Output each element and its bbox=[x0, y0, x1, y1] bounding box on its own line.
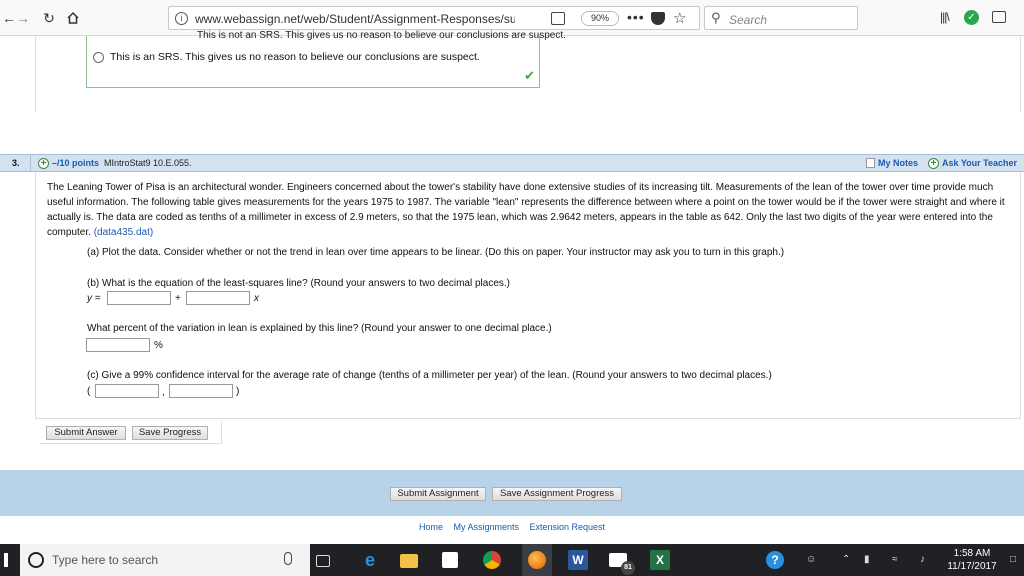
question-number: 3. bbox=[12, 158, 20, 168]
zoom-indicator[interactable]: 90% bbox=[581, 11, 619, 26]
intercept-input[interactable] bbox=[107, 291, 171, 305]
firefox-active-tab[interactable] bbox=[522, 544, 552, 576]
question-source: MIntroStat9 10.E.055. bbox=[104, 158, 192, 168]
previous-answer-box: This is not an SRS. This gives us no rea… bbox=[86, 30, 566, 88]
save-progress-button[interactable]: Save Progress bbox=[132, 426, 208, 440]
excel-icon[interactable]: X bbox=[650, 550, 670, 570]
divider bbox=[35, 418, 1020, 419]
chrome-icon[interactable] bbox=[483, 551, 501, 569]
question-paragraph: The Leaning Tower of Pisa is an architec… bbox=[47, 180, 1007, 240]
search-bar[interactable]: ⚲ Search bbox=[704, 6, 858, 30]
info-icon[interactable]: i bbox=[175, 12, 188, 25]
start-button[interactable] bbox=[4, 553, 8, 567]
previous-option-label: This is an SRS. This gives us no reason … bbox=[110, 51, 480, 63]
submit-answer-button[interactable]: Submit Answer bbox=[46, 426, 126, 440]
firefox-icon bbox=[528, 551, 546, 569]
url-text: www.webassign.net/web/Student/Assignment… bbox=[195, 12, 515, 26]
plus-label: + bbox=[175, 293, 181, 304]
reader-view-icon[interactable] bbox=[551, 12, 565, 25]
edge-icon[interactable]: e bbox=[360, 550, 380, 570]
part-a-text: (a) Plot the data. Consider whether or n… bbox=[87, 247, 785, 258]
extension-check-icon[interactable]: ✓ bbox=[964, 10, 979, 25]
wifi-icon[interactable]: ≈ bbox=[892, 554, 898, 565]
search-icon: ⚲ bbox=[711, 10, 721, 25]
word-icon[interactable]: W bbox=[568, 550, 588, 570]
forward-icon[interactable]: → bbox=[14, 9, 32, 27]
question-text: The Leaning Tower of Pisa is an architec… bbox=[47, 182, 1005, 238]
comma: , bbox=[162, 387, 165, 398]
clock[interactable]: 1:58 AM 11/17/2017 bbox=[944, 547, 1000, 573]
ask-teacher-link[interactable]: Ask Your Teacher bbox=[942, 158, 1017, 168]
help-icon[interactable]: ? bbox=[766, 551, 784, 569]
my-assignments-link[interactable]: My Assignments bbox=[453, 522, 519, 532]
mail-icon[interactable]: 81 bbox=[609, 553, 635, 575]
open-paren: ( bbox=[87, 386, 91, 397]
percent-input[interactable] bbox=[86, 338, 150, 352]
ci-lower-input[interactable] bbox=[95, 384, 159, 398]
ci-upper-input[interactable] bbox=[169, 384, 233, 398]
divider bbox=[1020, 173, 1021, 419]
answer-button-tray: Submit Answer Save Progress bbox=[40, 422, 222, 444]
home-link[interactable]: Home bbox=[419, 522, 443, 532]
expand-plus-icon[interactable]: + bbox=[38, 158, 49, 169]
tray-chevron-icon[interactable]: ⌃ bbox=[842, 554, 850, 565]
footer-band: Submit Assignment Save Assignment Progre… bbox=[0, 470, 1024, 516]
my-notes-link[interactable]: My Notes bbox=[878, 158, 918, 168]
page-content: This is not an SRS. This gives us no rea… bbox=[0, 30, 1024, 544]
file-explorer-icon[interactable] bbox=[400, 554, 418, 568]
extension-request-link[interactable]: Extension Request bbox=[530, 522, 606, 532]
task-view-icon[interactable] bbox=[316, 555, 330, 567]
microphone-icon[interactable] bbox=[284, 552, 292, 565]
reload-icon[interactable]: ↻ bbox=[40, 9, 58, 27]
question-points: –/10 points bbox=[52, 158, 100, 168]
clock-date: 11/17/2017 bbox=[947, 561, 997, 572]
taskbar-search-placeholder: Type here to search bbox=[52, 553, 159, 567]
percent-label: % bbox=[154, 340, 163, 351]
taskbar-search[interactable]: Type here to search bbox=[20, 544, 310, 576]
y-equals-label: y = bbox=[87, 293, 101, 304]
store-icon[interactable] bbox=[442, 552, 458, 568]
notes-icon[interactable] bbox=[866, 158, 875, 168]
x-variable-label: x bbox=[254, 293, 259, 304]
part-c-text: (c) Give a 99% confidence interval for t… bbox=[87, 370, 772, 381]
radio-button[interactable] bbox=[93, 51, 104, 63]
divider bbox=[35, 36, 36, 112]
notifications-icon[interactable]: □ bbox=[1010, 554, 1016, 565]
correct-check-icon: ✔ bbox=[524, 68, 535, 83]
previous-option[interactable]: This is an SRS. This gives us no reason … bbox=[93, 51, 480, 63]
submit-assignment-button[interactable]: Submit Assignment bbox=[390, 487, 486, 501]
data-file-link[interactable]: (data435.dat) bbox=[94, 227, 154, 238]
divider bbox=[35, 173, 36, 419]
question-header: 3. + –/10 points MIntroStat9 10.E.055. M… bbox=[0, 154, 1024, 172]
page-actions-icon[interactable]: ••• bbox=[627, 9, 645, 25]
divider bbox=[1020, 36, 1021, 112]
close-paren: ) bbox=[236, 386, 240, 397]
variation-question: What percent of the variation in lean is… bbox=[87, 323, 552, 334]
power-icon[interactable]: ▮ bbox=[864, 554, 870, 565]
previous-option-cut: This is not an SRS. This gives us no rea… bbox=[197, 30, 566, 41]
taskbar: Type here to search e W 81 X ? ☺ ⌃ ▮ ≈ ♪… bbox=[0, 544, 1024, 576]
people-icon[interactable]: ☺ bbox=[806, 554, 816, 565]
save-assignment-progress-button[interactable]: Save Assignment Progress bbox=[492, 487, 622, 501]
footer-links: Home My Assignments Extension Request bbox=[0, 522, 1024, 532]
part-b-text: (b) What is the equation of the least-sq… bbox=[87, 278, 510, 289]
mail-badge: 81 bbox=[621, 561, 635, 575]
slope-input[interactable] bbox=[186, 291, 250, 305]
sidebar-icon[interactable] bbox=[992, 11, 1006, 23]
search-placeholder: Search bbox=[729, 13, 768, 27]
divider bbox=[30, 155, 31, 171]
volume-icon[interactable]: ♪ bbox=[920, 554, 925, 565]
home-icon[interactable] bbox=[64, 9, 82, 27]
library-icon[interactable]: |||\ bbox=[940, 10, 950, 24]
clock-time: 1:58 AM bbox=[953, 548, 991, 559]
url-bar[interactable]: i www.webassign.net/web/Student/Assignme… bbox=[168, 6, 700, 30]
ask-teacher-plus-icon[interactable]: + bbox=[928, 158, 939, 169]
cortana-icon[interactable] bbox=[28, 552, 44, 568]
bookmark-star-icon[interactable]: ☆ bbox=[673, 9, 686, 27]
pocket-icon[interactable] bbox=[651, 12, 665, 25]
